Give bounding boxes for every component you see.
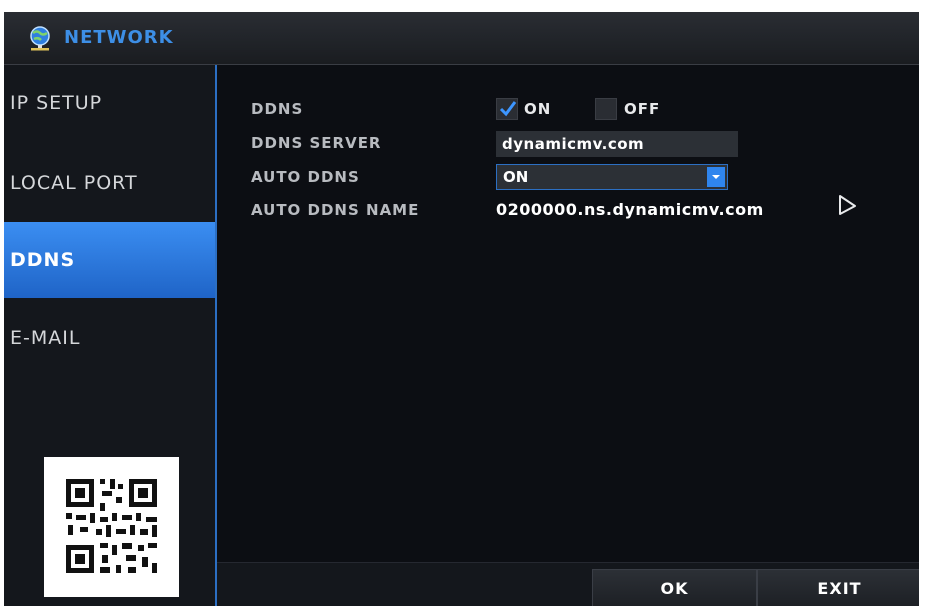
dialog-footer: OK EXIT <box>217 562 919 606</box>
exit-button[interactable]: EXIT <box>757 569 919 606</box>
ddns-off-checkbox[interactable] <box>595 98 617 120</box>
network-globe-icon <box>30 26 50 51</box>
qr-code-panel <box>44 457 179 597</box>
qr-code-icon <box>66 479 157 573</box>
ddns-on-label: ON <box>524 100 552 118</box>
ddns-settings-panel: DDNS ON OFF DDNS SERVER dynamicmv.com AU… <box>217 65 919 606</box>
ddns-server-field[interactable]: dynamicmv.com <box>496 131 738 157</box>
ddns-off-label: OFF <box>624 100 661 118</box>
ok-button[interactable]: OK <box>592 569 757 606</box>
sidebar-item-label: DDNS <box>10 249 76 271</box>
ddns-label: DDNS <box>251 100 304 118</box>
checkmark-icon <box>499 101 517 117</box>
auto-ddns-select[interactable]: ON <box>496 164 728 190</box>
ddns-server-label: DDNS SERVER <box>251 134 382 152</box>
mouse-cursor-icon <box>839 195 856 215</box>
settings-sidebar: IP SETUP LOCAL PORT DDNS E-MAIL <box>4 65 217 606</box>
sidebar-item-email[interactable]: E-MAIL <box>4 300 215 376</box>
sidebar-item-ip-setup[interactable]: IP SETUP <box>4 65 215 141</box>
sidebar-item-label: LOCAL PORT <box>10 172 138 194</box>
auto-ddns-name-value: 0200000.ns.dynamicmv.com <box>496 200 764 219</box>
sidebar-item-ddns[interactable]: DDNS <box>4 222 215 298</box>
auto-ddns-label: AUTO DDNS <box>251 168 360 186</box>
ddns-on-checkbox[interactable] <box>496 98 518 120</box>
window-title: NETWORK <box>64 27 174 48</box>
sidebar-item-label: IP SETUP <box>10 92 103 114</box>
title-bar: NETWORK <box>4 12 919 65</box>
chevron-down-icon[interactable] <box>707 167 725 187</box>
auto-ddns-value: ON <box>503 168 529 186</box>
sidebar-item-label: E-MAIL <box>10 327 81 349</box>
network-settings-window: NETWORK IP SETUP LOCAL PORT DDNS E-MAIL <box>4 12 919 606</box>
auto-ddns-name-label: AUTO DDNS NAME <box>251 201 420 219</box>
sidebar-item-local-port[interactable]: LOCAL PORT <box>4 145 215 221</box>
